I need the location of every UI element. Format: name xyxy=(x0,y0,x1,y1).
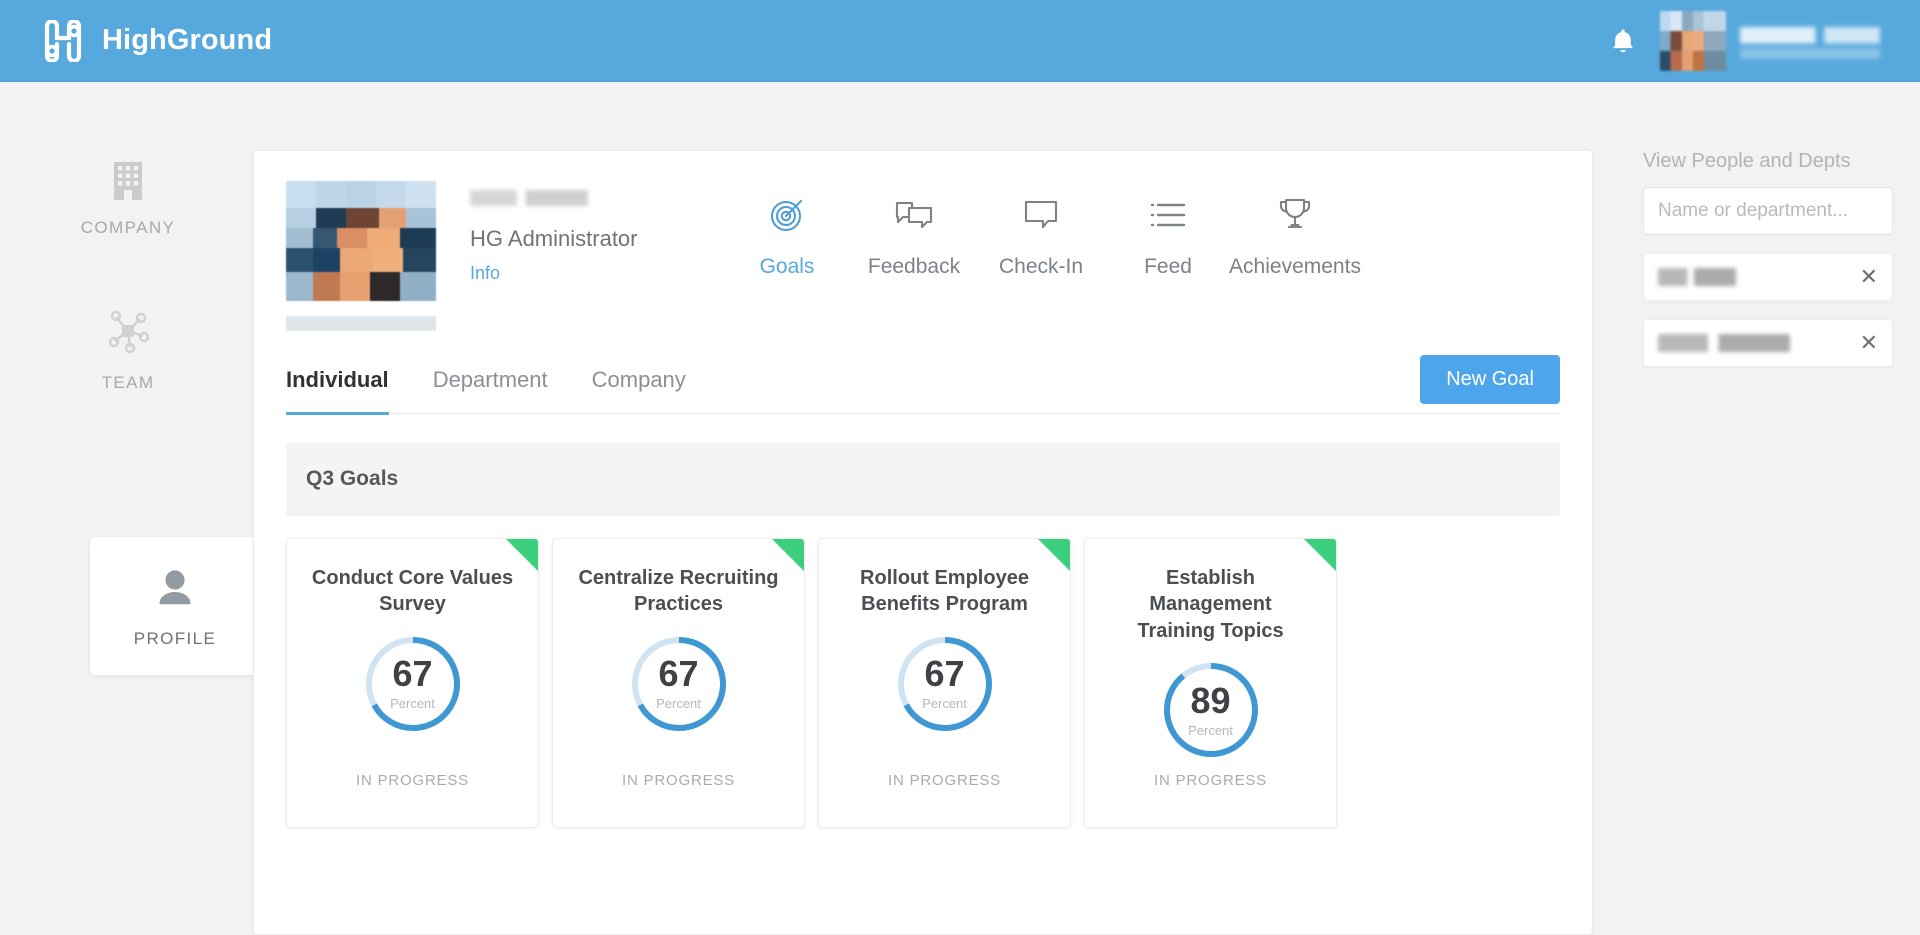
new-goal-button[interactable]: New Goal xyxy=(1420,355,1560,404)
profile-info-link[interactable]: Info xyxy=(470,263,638,284)
target-icon xyxy=(766,189,808,241)
tab-label: Individual xyxy=(286,366,389,392)
progress-ring: 67 Percent xyxy=(627,632,731,736)
bell-icon[interactable] xyxy=(1610,27,1636,55)
profile-photo[interactable] xyxy=(286,181,436,331)
sidebar-item-profile[interactable]: PROFILE xyxy=(90,537,260,675)
people-depts-panel: View People and Depts ✕ ✕ xyxy=(1643,150,1893,367)
filter-chip-label xyxy=(1658,268,1736,286)
sidebar-item-label: PROFILE xyxy=(133,629,217,648)
nav-item-feed[interactable]: Feed xyxy=(1105,189,1232,279)
close-icon[interactable]: ✕ xyxy=(1860,266,1878,288)
filter-chip[interactable]: ✕ xyxy=(1643,319,1893,367)
filter-chip-label xyxy=(1658,334,1790,352)
sidebar-item-label: TEAM xyxy=(101,373,155,392)
goal-card-grid: Conduct Core Values Survey 67 Percent IN… xyxy=(286,538,1560,828)
tab-department[interactable]: Department xyxy=(433,346,548,414)
goal-card[interactable]: Conduct Core Values Survey 67 Percent IN… xyxy=(286,538,539,828)
goal-status: IN PROGRESS xyxy=(1154,772,1267,789)
status-flag-icon xyxy=(506,539,538,571)
profile-meta: HG Administrator Info xyxy=(470,181,638,284)
goal-title: Establish Management Training Topics xyxy=(1137,567,1284,642)
progress-ring-center: 67 Percent xyxy=(893,632,997,736)
top-navigation-bar: HighGround xyxy=(0,0,1920,82)
tab-label: Company xyxy=(591,366,686,392)
profile-header: HG Administrator Info Goals Feedback Che… xyxy=(254,151,1592,346)
sidebar-item-company[interactable]: COMPANY xyxy=(0,152,256,238)
avatar xyxy=(1660,10,1726,71)
progress-unit: Percent xyxy=(922,696,967,712)
goal-title: Rollout Employee Benefits Program xyxy=(860,567,1029,616)
chat-bubbles-icon xyxy=(892,189,936,241)
topbar-right-group xyxy=(1610,10,1880,71)
trophy-icon xyxy=(1274,189,1316,241)
search-input[interactable] xyxy=(1643,187,1893,235)
sidebar-item-label: COMPANY xyxy=(80,218,176,237)
filter-chip[interactable]: ✕ xyxy=(1643,253,1893,301)
list-icon xyxy=(1146,189,1190,241)
building-icon xyxy=(106,152,150,205)
goals-section: Q3 Goals Conduct Core Values Survey 67 P… xyxy=(254,414,1592,828)
people-depts-title: View People and Depts xyxy=(1643,150,1851,172)
goal-scope-tabs: Individual Department Company New Goal xyxy=(286,346,1560,415)
goal-status: IN PROGRESS xyxy=(622,772,735,789)
nav-item-label: Feed xyxy=(1144,255,1192,278)
person-icon xyxy=(152,565,198,616)
profile-name xyxy=(470,187,588,214)
username-label xyxy=(1740,22,1880,59)
left-sidebar: COMPANY TEAM PROFILE xyxy=(0,82,260,935)
goal-card[interactable]: Rollout Employee Benefits Program 67 Per… xyxy=(818,538,1071,828)
nav-item-label: Feedback xyxy=(867,255,961,278)
nav-item-feedback[interactable]: Feedback xyxy=(851,189,978,279)
tab-individual[interactable]: Individual xyxy=(286,346,389,415)
nav-item-achievements[interactable]: Achievements xyxy=(1229,189,1361,279)
nav-item-label: Achievements xyxy=(1229,255,1361,278)
status-flag-icon xyxy=(1304,539,1336,571)
goal-status: IN PROGRESS xyxy=(356,772,469,789)
brand-logo-group[interactable]: HighGround xyxy=(40,18,273,63)
goal-card[interactable]: Centralize Recruiting Practices 67 Perce… xyxy=(552,538,805,828)
goal-title: Conduct Core Values Survey xyxy=(311,567,514,616)
progress-ring-center: 67 Percent xyxy=(627,632,731,736)
main-content-card: HG Administrator Info Goals Feedback Che… xyxy=(253,150,1593,935)
progress-ring: 67 Percent xyxy=(361,632,465,736)
tab-label: Department xyxy=(432,366,548,392)
status-flag-icon xyxy=(772,539,804,571)
nav-item-label: Goals xyxy=(759,255,815,278)
goal-status: IN PROGRESS xyxy=(888,772,1001,789)
progress-value: 67 xyxy=(658,653,699,695)
goals-section-title: Q3 Goals xyxy=(286,442,1560,516)
nav-item-label: Check-In xyxy=(998,255,1084,278)
progress-unit: Percent xyxy=(390,696,435,712)
profile-role: HG Administrator xyxy=(470,226,638,251)
progress-ring-center: 89 Percent xyxy=(1159,658,1263,762)
progress-ring: 89 Percent xyxy=(1159,658,1263,762)
progress-ring: 67 Percent xyxy=(893,632,997,736)
profile-nav: Goals Feedback Check-In Feed Achievement… xyxy=(724,181,1361,279)
nav-item-checkin[interactable]: Check-In xyxy=(978,189,1105,279)
progress-ring-center: 67 Percent xyxy=(361,632,465,736)
close-icon[interactable]: ✕ xyxy=(1860,332,1878,354)
nav-item-goals[interactable]: Goals xyxy=(724,189,851,279)
progress-value: 67 xyxy=(392,653,433,695)
progress-unit: Percent xyxy=(1188,722,1233,738)
network-nodes-icon xyxy=(103,307,153,360)
progress-value: 67 xyxy=(924,653,965,695)
progress-value: 89 xyxy=(1190,679,1231,721)
status-flag-icon xyxy=(1038,539,1070,571)
sidebar-item-team[interactable]: TEAM xyxy=(0,307,256,393)
tab-company[interactable]: Company xyxy=(592,346,686,414)
speech-bubble-icon xyxy=(1019,189,1063,241)
user-menu[interactable] xyxy=(1660,10,1880,71)
highground-logo-icon xyxy=(40,18,86,63)
goal-title: Centralize Recruiting Practices xyxy=(578,567,779,616)
progress-unit: Percent xyxy=(656,696,701,712)
brand-name: HighGround xyxy=(102,24,273,56)
goal-card[interactable]: Establish Management Training Topics 89 … xyxy=(1084,538,1337,828)
